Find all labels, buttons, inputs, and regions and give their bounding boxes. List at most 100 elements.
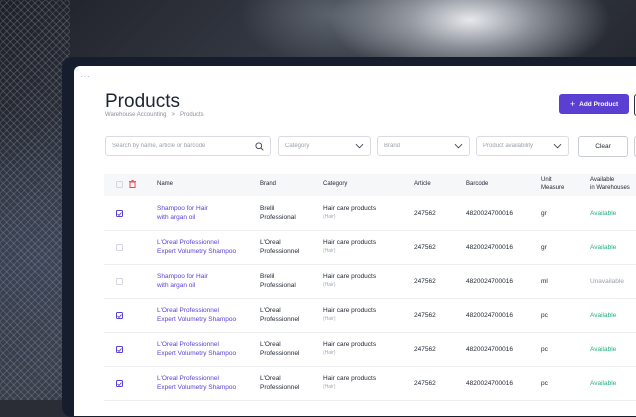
row-checkbox[interactable]	[116, 346, 123, 353]
row-checkbox[interactable]	[116, 244, 123, 251]
column-header-brand[interactable]: Brand	[260, 181, 276, 189]
barcode-cell: 4820024700016	[466, 380, 513, 387]
product-name-line2: with argan oil	[157, 214, 196, 221]
add-product-button[interactable]: + Add Product	[559, 94, 629, 114]
category-sub: (Hair)	[323, 282, 336, 288]
checkmark-icon	[117, 347, 122, 352]
brand-line1: L'Oreal	[260, 375, 281, 382]
category-cell: Hair care products (Hair)	[323, 340, 376, 358]
product-name-line1: Shampoo for Hair	[157, 205, 208, 212]
checkmark-icon	[117, 313, 122, 318]
product-name-line1: L'Oreal Professionnel	[157, 375, 219, 382]
brand-line1: L'Oreal	[260, 307, 281, 314]
category-cell: Hair care products (Hair)	[323, 238, 376, 256]
category-sub: (Hair)	[323, 248, 336, 254]
article-cell: 247562	[414, 380, 436, 387]
row-checkbox[interactable]	[116, 380, 123, 387]
brand-cell: L'Oreal Professionnel	[260, 374, 299, 392]
chevron-down-icon	[553, 143, 562, 149]
clear-button[interactable]: Clear	[578, 136, 628, 157]
breadcrumb: Warehouse Accounting > Products	[105, 112, 204, 118]
brand-line2: Professional	[260, 282, 296, 289]
table-row[interactable]: L'Oreal Professionnel Expert Volumetry Sh…	[104, 366, 636, 401]
row-checkbox[interactable]	[116, 210, 123, 217]
product-name-line2: Expert Volumetry Shampoo	[157, 248, 237, 255]
trash-icon[interactable]	[129, 180, 136, 188]
product-name-line2: with argan oil	[157, 282, 196, 289]
category-cell: Hair care products (Hair)	[323, 204, 376, 222]
brand-cell: Brelil Professional	[260, 272, 296, 290]
category-cell: Hair care products (Hair)	[323, 272, 376, 290]
brand-line1: L'Oreal	[260, 239, 281, 246]
search-input[interactable]: Search by name, article or barcode	[105, 136, 271, 156]
unit-cell: ml	[541, 278, 548, 285]
select-all-checkbox[interactable]	[116, 181, 123, 188]
category-placeholder: Category	[285, 143, 310, 149]
product-name-link[interactable]: Shampoo for Hair with argan oil	[157, 204, 208, 222]
availability-header-line1: Available	[590, 177, 615, 183]
brand-select[interactable]: Brand	[377, 136, 470, 156]
table-row[interactable]: L'Oreal Professionnel Expert Volumetry Sh…	[104, 298, 636, 333]
barcode-cell: 4820024700016	[466, 244, 513, 251]
brand-line2: Professionnel	[260, 248, 300, 255]
brand-cell: Brelil Professional	[260, 204, 296, 222]
article-cell: 247562	[414, 346, 436, 353]
brand-cell: L'Oreal Professionnel	[260, 340, 299, 358]
page-title: Products	[105, 91, 180, 112]
column-header-article[interactable]: Article	[414, 181, 431, 189]
category-name: Hair care products	[323, 375, 377, 382]
background-mesh	[0, 0, 70, 400]
brand-line2: Professionnel	[260, 350, 300, 357]
unit-cell: gr	[541, 244, 547, 251]
row-checkbox[interactable]	[116, 312, 123, 319]
category-name: Hair care products	[323, 205, 377, 212]
product-name-link[interactable]: L'Oreal Professionnel Expert Volumetry Sh…	[157, 374, 236, 392]
product-name-link[interactable]: L'Oreal Professionnel Expert Volumetry Sh…	[157, 306, 236, 324]
product-name-line1: L'Oreal Professionnel	[157, 239, 219, 246]
article-cell: 247562	[414, 278, 436, 285]
row-checkbox[interactable]	[116, 278, 123, 285]
product-name-line1: L'Oreal Professionnel	[157, 307, 219, 314]
category-select[interactable]: Category	[278, 136, 371, 156]
category-name: Hair care products	[323, 273, 377, 280]
checkmark-icon	[117, 211, 122, 216]
table-row[interactable]: Shampoo for Hair with argan oil Brelil Prof…	[104, 264, 636, 299]
table-row[interactable]: Shampoo for Hair with argan oil Brelil Prof…	[104, 196, 636, 231]
availability-select[interactable]: Product availability	[476, 136, 569, 156]
chevron-down-icon	[454, 143, 463, 149]
product-name-line1: L'Oreal Professionnel	[157, 341, 219, 348]
column-header-availability[interactable]: Available in Warehouses	[590, 177, 630, 192]
unit-header-line2: Measure	[541, 184, 565, 191]
product-name-line1: Shampoo for Hair	[157, 273, 208, 280]
column-header-barcode[interactable]: Barcode	[466, 181, 488, 189]
barcode-cell: 4820024700016	[466, 346, 513, 353]
column-header-name[interactable]: Name	[157, 181, 173, 189]
product-name-link[interactable]: L'Oreal Professionnel Expert Volumetry Sh…	[157, 340, 236, 358]
chevron-down-icon	[355, 143, 364, 149]
table-row[interactable]: L'Oreal Professionnel Expert Volumetry Sh…	[104, 332, 636, 367]
availability-status: Available	[590, 210, 617, 217]
unit-cell: pc	[541, 346, 548, 353]
brand-line1: Brelil	[260, 205, 275, 212]
column-header-unit[interactable]: Unit Measure	[541, 177, 564, 192]
category-sub: (Hair)	[323, 316, 336, 322]
availability-header-line2: in Warehouses	[590, 184, 630, 191]
brand-line1: Brelil	[260, 273, 275, 280]
barcode-cell: 4820024700016	[466, 312, 513, 319]
table-header: Name Brand Category Article Barcode Unit…	[104, 174, 636, 196]
category-name: Hair care products	[323, 239, 377, 246]
breadcrumb-item-warehouse[interactable]: Warehouse Accounting	[105, 112, 166, 118]
product-name-link[interactable]: L'Oreal Professionnel Expert Volumetry Sh…	[157, 238, 236, 256]
table-row[interactable]: L'Oreal Professionnel Expert Volumetry Sh…	[104, 230, 636, 265]
availability-status: Available	[590, 312, 617, 319]
search-placeholder: Search by name, article or barcode	[112, 143, 206, 149]
category-name: Hair care products	[323, 341, 377, 348]
brand-cell: L'Oreal Professionnel	[260, 238, 299, 256]
product-name-link[interactable]: Shampoo for Hair with argan oil	[157, 272, 208, 290]
product-name-line2: Expert Volumetry Shampoo	[157, 316, 237, 323]
brand-cell: L'Oreal Professionnel	[260, 306, 299, 324]
barcode-cell: 4820024700016	[466, 210, 513, 217]
unit-cell: pc	[541, 380, 548, 387]
column-header-category[interactable]: Category	[323, 181, 347, 189]
availability-status: Available	[590, 380, 617, 387]
